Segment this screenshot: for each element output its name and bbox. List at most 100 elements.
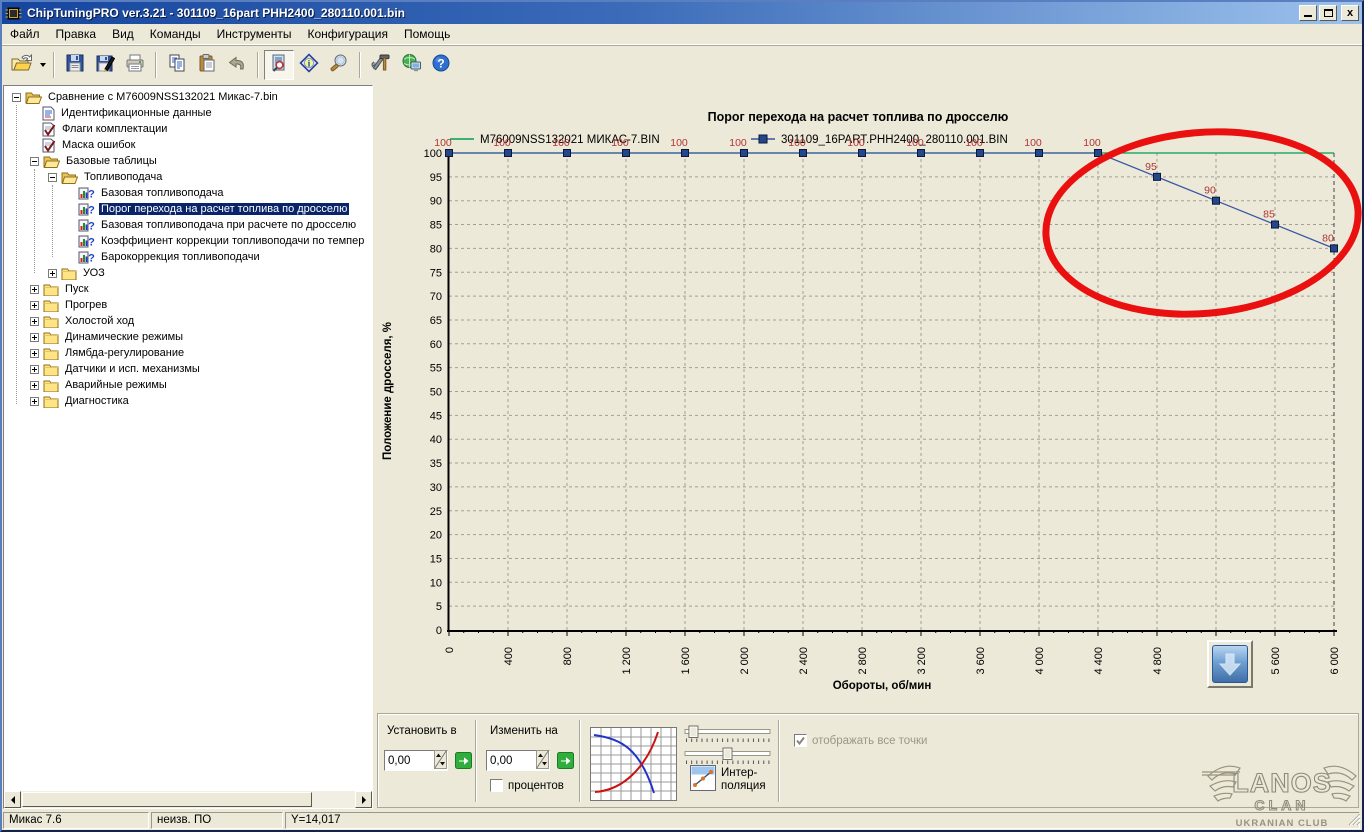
tree-item[interactable]: Флаги комплектации (4, 121, 372, 137)
tools-button[interactable] (366, 50, 396, 80)
data-point-marker[interactable] (682, 150, 689, 157)
menu-5[interactable]: Инструменты (209, 25, 300, 43)
scrollbar-thumb[interactable] (22, 792, 312, 807)
tree-item[interactable]: Диагностика (4, 393, 372, 409)
expand-plus-icon[interactable] (30, 365, 39, 374)
save-button[interactable] (60, 50, 90, 80)
point-value-label: 100 (493, 137, 511, 149)
tree-item[interactable]: Идентификационные данные (4, 105, 372, 121)
tree-item[interactable]: УОЗ (4, 265, 372, 281)
zoom-sliders[interactable] (684, 725, 772, 769)
menu-2[interactable]: Правка (48, 25, 105, 43)
data-point-marker[interactable] (1036, 150, 1043, 157)
collapse-minus-icon[interactable] (12, 93, 21, 102)
copy-button[interactable] (162, 50, 192, 80)
checkbox-checked-icon[interactable] (794, 734, 807, 747)
menu-6[interactable]: Конфигурация (299, 25, 396, 43)
zoom-button[interactable] (324, 50, 354, 80)
save-as-button[interactable] (90, 50, 120, 80)
spinner-updown-icon[interactable] (536, 750, 549, 772)
tree-item-label: Аварийные режимы (63, 379, 169, 391)
data-point-marker[interactable] (1331, 245, 1338, 252)
spinner-updown-icon[interactable] (434, 750, 447, 772)
expand-plus-icon[interactable] (30, 397, 39, 406)
network-button[interactable] (396, 50, 426, 80)
data-point-marker[interactable] (977, 150, 984, 157)
tree-item[interactable]: Базовые таблицы (4, 153, 372, 169)
tree-item[interactable]: Холостой ход (4, 313, 372, 329)
expand-plus-icon[interactable] (30, 349, 39, 358)
open-file-button[interactable] (7, 50, 37, 80)
svg-text:?: ? (88, 204, 95, 216)
menu-3[interactable]: Вид (104, 25, 142, 43)
doc-check-icon (42, 122, 56, 137)
data-point-marker[interactable] (800, 150, 807, 157)
menu-7[interactable]: Помощь (396, 25, 458, 43)
show-all-points-checkbox[interactable]: отображать все точки (794, 734, 927, 747)
print-button[interactable] (120, 50, 150, 80)
data-point-marker[interactable] (1095, 150, 1102, 157)
open-file-dropdown[interactable] (37, 50, 48, 80)
scroll-right-button[interactable] (355, 791, 372, 808)
expand-plus-icon[interactable] (30, 301, 39, 310)
close-button[interactable]: x (1341, 5, 1359, 21)
data-point-marker[interactable] (859, 150, 866, 157)
tree-item[interactable]: ?Порог перехода на расчет топлива по дро… (4, 201, 372, 217)
paste-button[interactable] (192, 50, 222, 80)
apply-change-button[interactable] (557, 752, 574, 769)
tree-item[interactable]: Аварийные режимы (4, 377, 372, 393)
expand-plus-icon[interactable] (48, 269, 57, 278)
data-point-marker[interactable] (505, 150, 512, 157)
data-point-marker[interactable] (1154, 173, 1161, 180)
tree-item[interactable]: Датчики и исп. механизмы (4, 361, 372, 377)
resize-grip[interactable] (1347, 812, 1361, 829)
tree-item[interactable]: Лямбда-регулирование (4, 345, 372, 361)
expand-plus-icon[interactable] (30, 333, 39, 342)
tree-item[interactable]: ?Базовая топливоподача (4, 185, 372, 201)
tree-item[interactable]: Пуск (4, 281, 372, 297)
expand-plus-icon[interactable] (30, 381, 39, 390)
set-to-input[interactable]: 0,00 (384, 750, 448, 771)
zoom-slider[interactable] (684, 725, 772, 747)
menu-1[interactable]: Файл (2, 25, 48, 43)
tree-item[interactable]: Динамические режимы (4, 329, 372, 345)
maximize-button[interactable] (1319, 5, 1337, 21)
scroll-left-button[interactable] (4, 791, 21, 808)
data-point-marker[interactable] (918, 150, 925, 157)
menu-4[interactable]: Команды (142, 25, 209, 43)
x-tick-label: 3 200 (916, 647, 928, 675)
compare-view-button[interactable] (264, 50, 294, 80)
percent-checkbox[interactable]: процентов (490, 779, 564, 792)
tree-item[interactable]: Прогрев (4, 297, 372, 313)
data-point-marker[interactable] (446, 150, 453, 157)
data-point-marker[interactable] (741, 150, 748, 157)
minimize-button[interactable] (1299, 5, 1317, 21)
tree-item[interactable]: Маска ошибок (4, 137, 372, 153)
apply-set-button[interactable] (455, 752, 472, 769)
y-tick-label: 45 (430, 410, 442, 422)
status-bar: Микас 7.6 неизв. ПО Y=14,017 (2, 810, 1362, 830)
expand-plus-icon[interactable] (30, 285, 39, 294)
collapse-minus-icon[interactable] (30, 157, 39, 166)
data-point-marker[interactable] (1213, 197, 1220, 204)
tree-item[interactable]: ?Барокоррекция топливоподачи (4, 249, 372, 265)
info-button[interactable]: i (294, 50, 324, 80)
scroll-down-button[interactable] (1207, 640, 1253, 688)
data-point-marker[interactable] (564, 150, 571, 157)
change-by-input[interactable]: 0,00 (486, 750, 550, 771)
collapse-minus-icon[interactable] (48, 173, 57, 182)
expand-plus-icon[interactable] (30, 317, 39, 326)
data-point-marker[interactable] (623, 150, 630, 157)
tree-item[interactable]: ?Базовая топливоподача при расчете по др… (4, 217, 372, 233)
tree-horizontal-scrollbar[interactable] (4, 791, 372, 808)
interpolation-button[interactable]: Интер- поляция (690, 765, 766, 794)
tree-item[interactable]: Сравнение с M76009NSS132021 Микас-7.bin (4, 89, 372, 105)
undo-button[interactable] (222, 50, 252, 80)
help-button[interactable]: ? (426, 50, 456, 80)
y-tick-label: 10 (430, 577, 442, 589)
tree-item[interactable]: ?Коэффициент коррекции топливоподачи по … (4, 233, 372, 249)
table-graph[interactable]: 0510152025303540455055606570758085909510… (377, 85, 1362, 707)
tree-item[interactable]: Топливоподача (4, 169, 372, 185)
checkbox-icon[interactable] (490, 779, 503, 792)
data-point-marker[interactable] (1272, 221, 1279, 228)
